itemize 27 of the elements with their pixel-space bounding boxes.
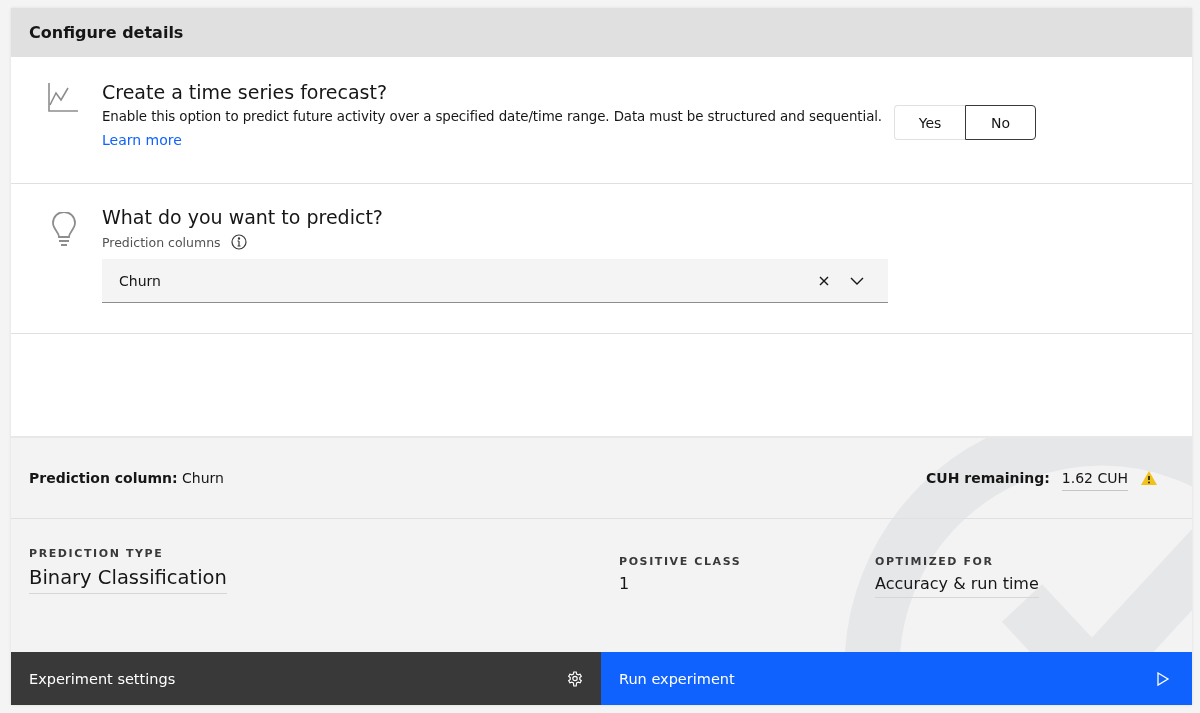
toggle-option[interactable]: Yes [894,105,966,140]
play-icon [1156,670,1170,687]
section-title: What do you want to predict? [102,206,384,228]
line-chart-icon [47,81,79,113]
detail-value: 1 [619,574,630,595]
info-icon[interactable] [230,234,247,250]
detail-label: PREDICTION TYPE [29,547,164,560]
section-title: Create a time series forecast? [102,81,389,103]
panel-title: Configure details [29,23,184,42]
description-text: Enable this option to predict future activity over a specified date/time range. Data must be structured and sequential. [102,109,883,124]
learn-more-link[interactable]: Learn more [102,132,182,148]
detail-value: Accuracy & run time [875,574,1039,598]
run-experiment-button[interactable]: Run experiment [601,652,1192,705]
prediction-column-text: Prediction column: Churn [29,470,224,486]
detail-label: OPTIMIZED FOR [875,555,994,568]
cuh-value: 1.62 CUH [1061,469,1128,491]
cuh-label: CUH remaining: [926,470,1050,486]
prediction-column-select[interactable]: Churn [102,259,888,303]
detail-value: Binary Classification [29,566,227,594]
experiment-settings-button[interactable]: Experiment settings [11,652,601,705]
settings-icon [567,670,583,687]
lightbulb-icon [51,212,77,248]
chevron-down-icon[interactable] [850,275,864,286]
clear-icon[interactable] [818,274,830,287]
field-label: Prediction columns [102,234,221,250]
detail-label: POSITIVE CLASS [619,555,742,568]
toggle-option[interactable]: No [965,105,1037,140]
